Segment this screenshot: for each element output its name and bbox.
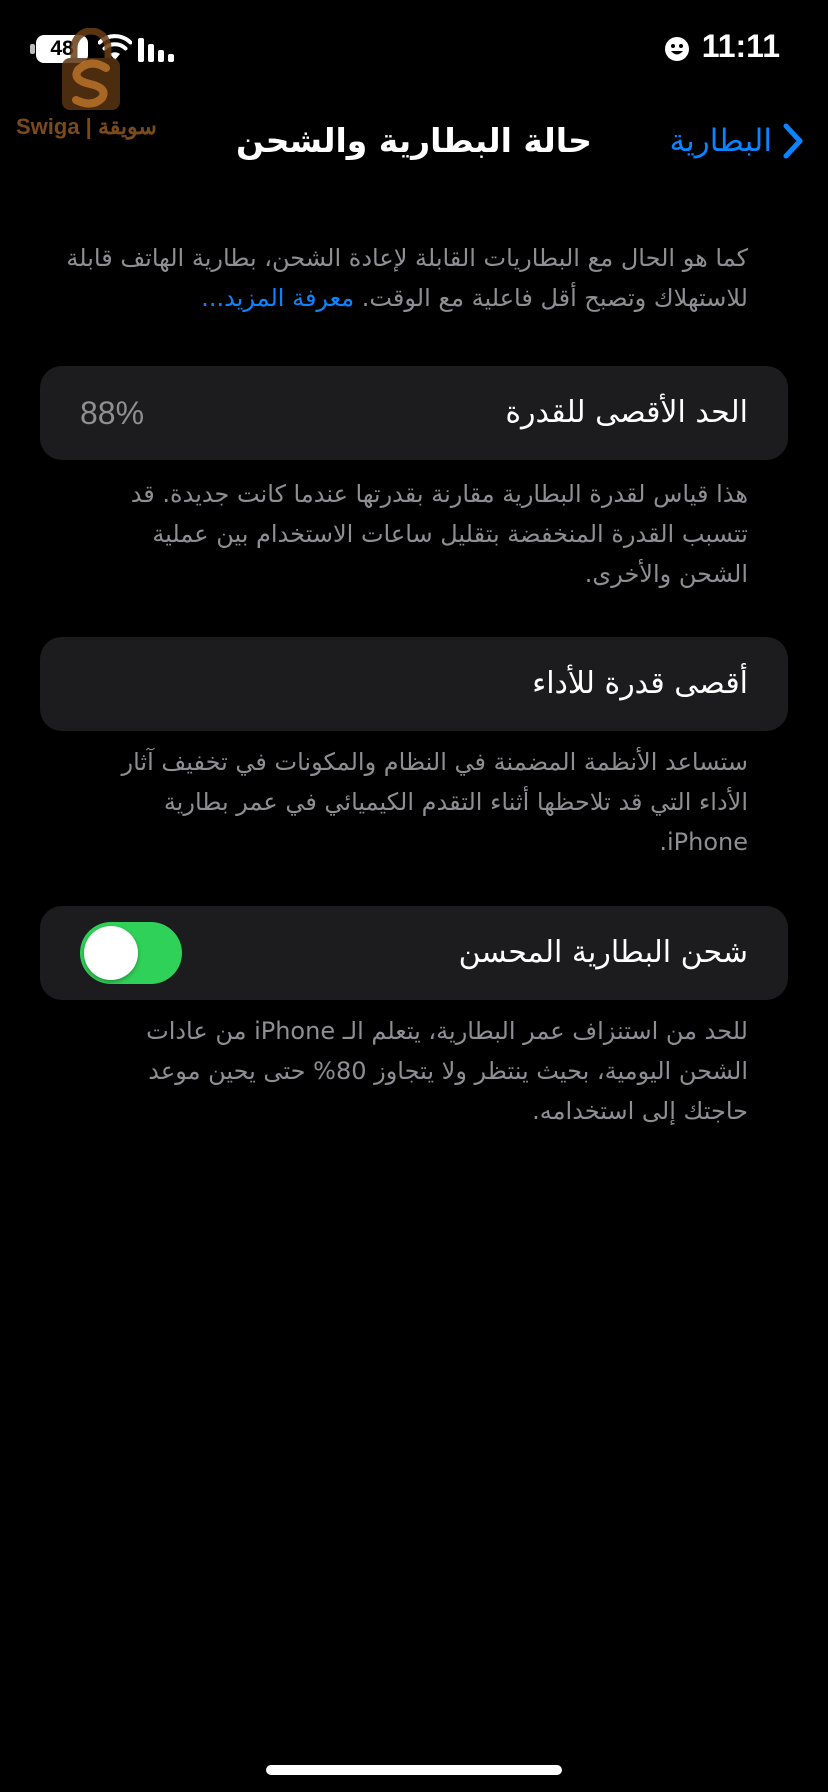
watermark-logo-icon [62, 28, 120, 110]
back-button[interactable]: البطارية [669, 118, 804, 164]
maximum-capacity-label: الحد الأقصى للقدرة [505, 395, 748, 430]
peak-performance-footnote: ستساعد الأنظمة المضمنة في النظام والمكون… [121, 748, 748, 856]
optimized-charging-toggle[interactable] [80, 922, 182, 984]
signal-icon [138, 38, 174, 62]
chevron-right-icon [783, 123, 803, 159]
peak-performance-label: أقصى قدرة للأداء [532, 666, 748, 701]
peak-performance-row: أقصى قدرة للأداء [40, 637, 788, 731]
maximum-capacity-row: الحد الأقصى للقدرة 88% [40, 366, 788, 460]
toggle-knob [84, 926, 138, 980]
optimized-charging-label: شحن البطارية المحسن [458, 935, 748, 970]
status-time: 11:11 [701, 28, 780, 64]
maximum-capacity-footnote: هذا قياس لقدرة البطارية مقارنة بقدرتها ع… [130, 480, 748, 588]
maximum-capacity-value: 88% [80, 395, 145, 431]
face-icon [665, 37, 689, 61]
learn-more-link[interactable]: معرفة المزيد... [201, 284, 354, 312]
intro-text-block: كما هو الحال مع البطاريات القابلة لإعادة… [60, 238, 748, 318]
optimized-charging-row: شحن البطارية المحسن [40, 906, 788, 1000]
back-button-label: البطارية [669, 123, 772, 159]
optimized-charging-footnote: للحد من استنزاف عمر البطارية، يتعلم الـ … [146, 1017, 748, 1125]
battery-tip [30, 44, 35, 54]
home-indicator[interactable] [266, 1765, 562, 1775]
watermark-text: Swiga | سويقة [16, 114, 157, 139]
intro-text: كما هو الحال مع البطاريات القابلة لإعادة… [66, 244, 748, 312]
